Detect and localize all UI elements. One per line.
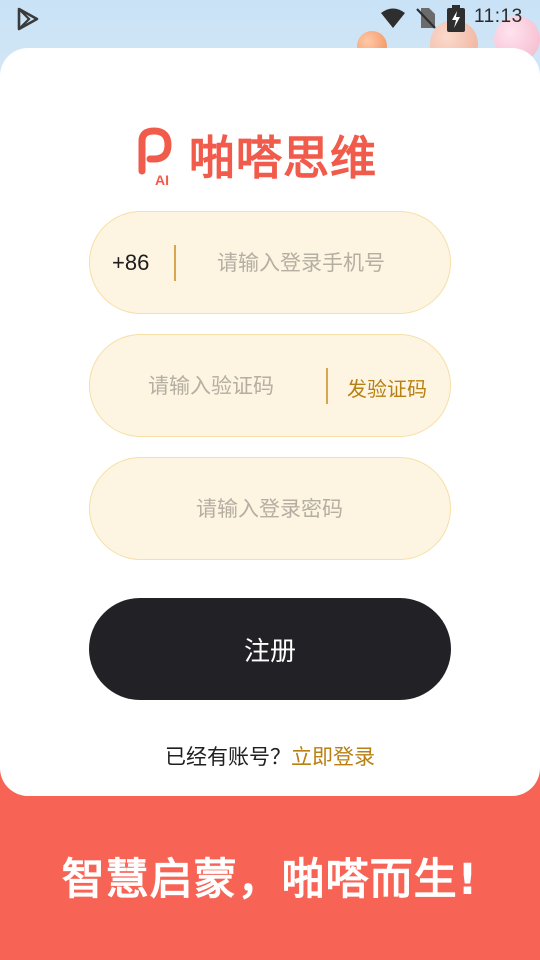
status-time: 11:13: [474, 6, 523, 27]
status-bar: 11:13: [0, 0, 540, 38]
field-divider: [174, 245, 176, 281]
slogan-text: 智慧启蒙，啪嗒而生!: [61, 855, 479, 905]
play-store-icon: [17, 7, 39, 31]
password-input[interactable]: [90, 492, 449, 526]
password-field: [89, 457, 451, 560]
brand-logo: AI 啪嗒思维: [134, 127, 414, 189]
login-prompt-row: 已经有账号？立即登录: [0, 741, 540, 771]
brand-logo-mark: AI: [138, 127, 172, 188]
field-divider: [326, 368, 328, 404]
register-button[interactable]: 注册: [89, 598, 451, 700]
battery-charging-icon: [447, 5, 465, 32]
phone-input[interactable]: [217, 246, 432, 280]
wifi-icon: [381, 8, 405, 28]
send-code-button[interactable]: 发验证码: [347, 373, 427, 402]
have-account-text: 已经有账号？: [165, 745, 291, 769]
phone-field: +86: [89, 211, 451, 314]
brand-name: 啪嗒思维: [189, 131, 377, 185]
no-sim-icon: [416, 8, 436, 29]
brand-logo-ai: AI: [155, 172, 169, 188]
verification-code-input[interactable]: [148, 369, 318, 403]
login-link[interactable]: 立即登录: [291, 745, 375, 769]
verification-code-field: 发验证码: [89, 334, 451, 437]
country-code-selector[interactable]: +86: [112, 250, 149, 276]
